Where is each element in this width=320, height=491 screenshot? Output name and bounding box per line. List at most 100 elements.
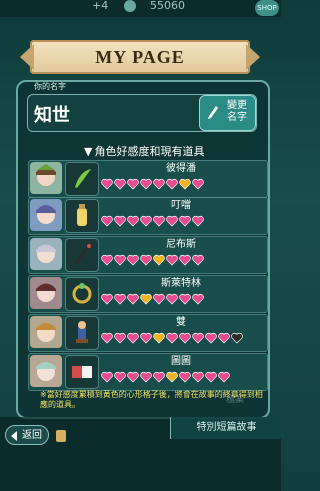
character-row[interactable]: 叮噹 xyxy=(28,197,268,235)
heart-icon xyxy=(166,371,178,383)
affection-hearts xyxy=(101,293,261,305)
name-value: 知世 xyxy=(34,105,70,126)
heart-icon xyxy=(153,293,165,305)
heart-icon xyxy=(140,332,152,344)
heart-icon xyxy=(166,178,178,190)
character-row[interactable]: 雙 xyxy=(28,314,268,352)
pencil-icon xyxy=(208,106,218,119)
affection-hearts xyxy=(101,178,261,190)
heart-icon xyxy=(140,215,152,227)
heart-icon xyxy=(153,215,165,227)
heart-icon xyxy=(127,215,139,227)
name-label: 你的名字 xyxy=(34,82,66,91)
affection-hearts xyxy=(101,371,261,383)
top-bar: +4 55060 SHOP xyxy=(0,0,281,17)
character-name: 彼得潘 xyxy=(166,163,196,174)
back-label: 返回 xyxy=(22,430,42,441)
heart-icon xyxy=(140,293,152,305)
heart-icon xyxy=(101,332,113,344)
gift-icon[interactable] xyxy=(56,430,66,442)
heart-icon xyxy=(114,371,126,383)
character-row[interactable]: 斯萊特林 xyxy=(28,275,268,313)
heart-icon xyxy=(179,371,191,383)
shop-badge[interactable]: SHOP xyxy=(255,0,279,16)
avatar xyxy=(30,277,62,309)
heart-icon xyxy=(114,332,126,344)
heart-icon xyxy=(205,371,217,383)
page-title: MY PAGE xyxy=(95,47,185,67)
character-row[interactable]: 彼得潘 xyxy=(28,160,268,198)
heart-icon xyxy=(218,332,230,344)
heart-icon xyxy=(166,215,178,227)
heart-icon xyxy=(218,371,230,383)
character-row[interactable]: 尼布斯 xyxy=(28,236,268,274)
heart-icon xyxy=(101,254,113,266)
back-button[interactable]: 返回 xyxy=(5,425,49,445)
heart-icon xyxy=(166,332,178,344)
section-title: ▼ 角色好感度和現有道具 xyxy=(84,145,205,158)
heart-icon xyxy=(140,178,152,190)
coin-value: 55060 xyxy=(150,0,185,12)
heart-icon xyxy=(179,178,191,190)
character-row[interactable]: 圖圖 xyxy=(28,353,268,391)
avatar xyxy=(30,355,62,387)
heart-icon xyxy=(101,178,113,190)
avatar xyxy=(30,316,62,348)
triangle-down-icon: ▼ xyxy=(84,145,93,158)
item-book-icon xyxy=(65,355,99,389)
heart-icon xyxy=(114,178,126,190)
character-name: 斯萊特林 xyxy=(161,278,201,289)
character-name: 圖圖 xyxy=(171,356,191,367)
heart-icon xyxy=(192,293,204,305)
heart-icon xyxy=(166,254,178,266)
rename-button[interactable]: 變更 名字 xyxy=(199,95,256,131)
heart-icon xyxy=(114,215,126,227)
heart-icon xyxy=(179,215,191,227)
heart-icon xyxy=(192,215,204,227)
affection-hearts xyxy=(101,332,261,344)
heart-icon xyxy=(101,215,113,227)
heart-icon xyxy=(101,371,113,383)
heart-icon xyxy=(231,332,243,344)
heart-icon xyxy=(192,254,204,266)
heart-icon xyxy=(140,254,152,266)
affection-hearts xyxy=(101,254,261,266)
item-feather-icon xyxy=(65,162,99,196)
heart-icon xyxy=(192,371,204,383)
background-text: 檔案 xyxy=(226,395,245,405)
heart-icon xyxy=(192,178,204,190)
heart-icon xyxy=(192,332,204,344)
heart-icon xyxy=(140,371,152,383)
item-ring-icon xyxy=(65,277,99,311)
item-bottle-icon xyxy=(65,199,99,233)
heart-icon xyxy=(127,371,139,383)
item-wand-icon xyxy=(65,238,99,272)
heart-icon xyxy=(153,332,165,344)
heart-icon xyxy=(114,293,126,305)
heart-icon xyxy=(153,371,165,383)
character-name: 尼布斯 xyxy=(166,239,196,250)
title-banner: MY PAGE xyxy=(30,40,250,74)
character-name: 叮噹 xyxy=(171,200,191,211)
affection-hearts xyxy=(101,215,261,227)
heart-icon xyxy=(127,332,139,344)
item-figure-icon xyxy=(65,316,99,350)
top-plus: +4 xyxy=(92,0,109,12)
heart-icon xyxy=(114,254,126,266)
heart-icon xyxy=(153,254,165,266)
heart-icon xyxy=(179,332,191,344)
avatar xyxy=(30,199,62,231)
heart-icon xyxy=(205,332,217,344)
heart-icon xyxy=(179,293,191,305)
heart-icon xyxy=(127,293,139,305)
character-name: 雙 xyxy=(176,317,186,328)
heart-icon xyxy=(101,293,113,305)
heart-icon xyxy=(166,293,178,305)
heart-icon xyxy=(127,178,139,190)
avatar xyxy=(30,238,62,270)
avatar xyxy=(30,162,62,194)
heart-icon xyxy=(179,254,191,266)
coin-icon xyxy=(124,0,136,12)
heart-icon xyxy=(127,254,139,266)
special-story-button[interactable]: 特別短篇故事 xyxy=(170,417,282,439)
